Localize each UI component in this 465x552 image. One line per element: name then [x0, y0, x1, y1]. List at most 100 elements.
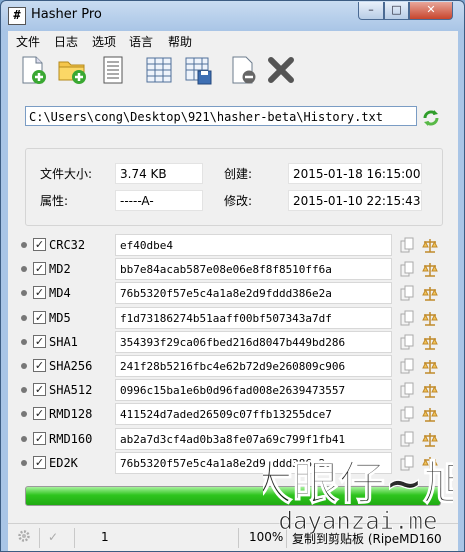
remove-file-icon	[232, 56, 256, 84]
hash-value[interactable]: f1d73186274b51aaff00bf507343a7df	[115, 306, 392, 329]
compare-icon[interactable]	[422, 406, 438, 423]
status-led-icon	[21, 363, 27, 369]
remove-file-button[interactable]	[228, 55, 258, 85]
title-bar[interactable]: # Hasher Pro – □ ✕	[1, 1, 464, 29]
algorithm-name: SHA256	[49, 359, 93, 373]
copy-icon[interactable]	[399, 334, 415, 350]
menu-help[interactable]: 帮助	[168, 33, 192, 50]
file-path-input[interactable]: C:\Users\cong\Desktop\921\hasher-beta\Hi…	[25, 106, 417, 126]
hash-value[interactable]: ab2a7d3cf4ad0b3a8fe07a69c799f1fb41	[115, 427, 392, 450]
clear-all-icon	[268, 57, 294, 83]
hash-value[interactable]: 76b5320f57e5c4a1a8e2d9fddd386e2a	[115, 282, 392, 305]
menu-log[interactable]: 日志	[54, 33, 78, 50]
status-led-icon	[21, 314, 27, 321]
compare-icon[interactable]	[422, 334, 438, 350]
hash-checkbox[interactable]: ✓	[33, 334, 46, 348]
status-separator	[238, 528, 239, 548]
hash-value[interactable]: bb7e84acab587e08e06e8f8f8510ff6a	[115, 258, 392, 281]
status-led-icon	[21, 435, 27, 442]
copy-icon[interactable]	[399, 237, 415, 253]
settings-icon[interactable]	[17, 529, 31, 546]
compare-icon[interactable]	[422, 261, 438, 277]
hash-value[interactable]: 411524d7aded26509c07ffb13255dce7	[115, 403, 392, 426]
status-led-icon	[21, 459, 27, 466]
hash-value[interactable]: 0996c15ba1e6b0d96fad008e2639473557	[115, 379, 392, 402]
maximize-button[interactable]: □	[384, 2, 409, 20]
menu-file[interactable]: 文件	[16, 33, 40, 50]
grid-save-button[interactable]	[183, 55, 213, 85]
hash-row-sha256: ✓ SHA256 241f28b5216fbc4e62b72d9e260809c90…	[18, 355, 443, 377]
refresh-icon[interactable]	[422, 109, 440, 127]
hash-checkbox[interactable]: ✓	[33, 262, 46, 276]
add-folder-icon	[58, 61, 86, 84]
attributes-label: 属性:	[40, 194, 69, 208]
created-label: 创建:	[224, 167, 253, 181]
compare-icon[interactable]	[422, 431, 438, 447]
hash-row-sha1: ✓ SHA1 354393f29ca06fbed216d8047b449bd286	[18, 330, 443, 353]
hash-checkbox[interactable]: ✓	[33, 431, 46, 445]
client-area: 文件 日志 选项 语言 帮助 C:\Users\cong\Desktop\921…	[8, 31, 458, 551]
menu-bar: 文件 日志 选项 语言 帮助	[8, 31, 458, 51]
size-label: 文件大小:	[40, 167, 93, 181]
hash-checkbox[interactable]: ✓	[33, 286, 46, 300]
hash-row-rmd160: ✓ RMD160 ab2a7d3cf4ad0b3a8fe07a69c799f1fb4…	[18, 427, 443, 450]
modified-value: 2015-01-10 22:15:43	[288, 190, 422, 211]
minimize-button[interactable]: –	[358, 2, 384, 20]
app-icon: #	[8, 7, 26, 25]
hash-checkbox[interactable]: ✓	[33, 238, 46, 251]
copy-icon[interactable]	[399, 261, 415, 277]
hash-value[interactable]: 241f28b5216fbc4e62b72d9e260809c906	[115, 355, 392, 377]
zoom-level: 100%	[249, 530, 284, 544]
add-folder-button[interactable]	[57, 55, 87, 85]
hash-checkbox[interactable]: ✓	[33, 407, 46, 421]
compare-icon[interactable]	[422, 237, 438, 253]
status-led-icon	[21, 266, 27, 273]
grid-save-icon	[185, 57, 212, 85]
hash-checkbox[interactable]: ✓	[33, 310, 46, 324]
close-button[interactable]: ✕	[409, 2, 453, 20]
add-file-button[interactable]	[18, 55, 48, 85]
hash-value[interactable]: 76b5320f57e5c4a1a8e2d9fddd386e2a	[115, 451, 392, 474]
hash-checkbox[interactable]: ✓	[33, 359, 46, 372]
compare-icon[interactable]	[422, 382, 438, 398]
hash-checkbox[interactable]: ✓	[33, 455, 46, 469]
compare-icon[interactable]	[422, 310, 438, 326]
status-led-icon	[21, 338, 27, 345]
menu-language[interactable]: 语言	[129, 33, 153, 50]
add-file-icon	[22, 56, 46, 84]
copy-icon[interactable]	[399, 455, 415, 471]
algorithm-name: ED2K	[49, 455, 78, 470]
grid-view-button[interactable]	[144, 55, 174, 85]
status-led-icon	[21, 387, 27, 394]
algorithm-name: RMD128	[49, 407, 93, 422]
copy-icon[interactable]	[399, 382, 415, 398]
compare-icon[interactable]	[422, 455, 438, 471]
copy-icon[interactable]	[399, 358, 415, 374]
clear-all-button[interactable]	[266, 55, 296, 85]
status-separator	[74, 528, 75, 548]
hash-row-md4: ✓ MD4 76b5320f57e5c4a1a8e2d9fddd386e2a	[18, 282, 443, 305]
hash-checkbox[interactable]: ✓	[33, 383, 46, 397]
document-button[interactable]	[98, 55, 128, 85]
app-window: # Hasher Pro – □ ✕ 文件 日志 选项 语言 帮助 C:\Use…	[0, 0, 465, 552]
hash-row-rmd128: ✓ RMD128 411524d7aded26509c07ffb13255dce7	[18, 403, 443, 426]
hash-row-crc32: ✓ CRC32 ef40dbe4	[18, 234, 443, 256]
algorithm-name: SHA1	[49, 334, 78, 349]
algorithm-name: CRC32	[49, 238, 86, 252]
progress-bar	[25, 486, 441, 506]
hash-row-ed2k: ✓ ED2K 76b5320f57e5c4a1a8e2d9fddd386e2a	[18, 451, 443, 474]
hash-value[interactable]: ef40dbe4	[115, 234, 392, 256]
copy-icon[interactable]	[399, 285, 415, 301]
compare-icon[interactable]	[422, 358, 438, 374]
compare-icon[interactable]	[422, 285, 438, 302]
algorithm-name: RMD160	[49, 431, 93, 446]
algorithm-name: MD5	[49, 310, 71, 325]
menu-options[interactable]: 选项	[92, 33, 116, 50]
copy-icon[interactable]	[399, 431, 415, 447]
copy-icon[interactable]	[399, 310, 415, 326]
window-title: Hasher Pro	[31, 7, 102, 22]
copy-icon[interactable]	[399, 406, 415, 422]
hash-value[interactable]: 354393f29ca06fbed216d8047b449bd286	[115, 330, 392, 353]
document-icon	[103, 56, 123, 84]
status-led-icon	[21, 411, 27, 418]
